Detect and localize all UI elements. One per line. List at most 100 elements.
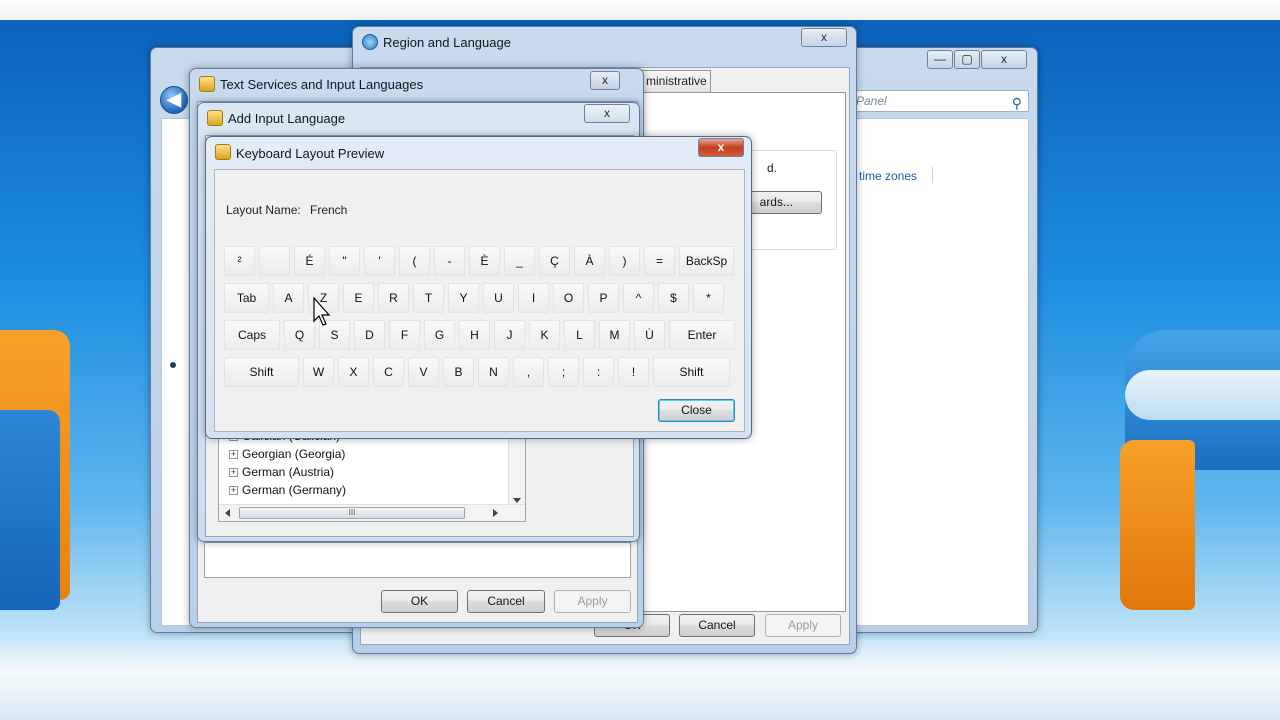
keyboard-key: , — [513, 357, 544, 387]
search-icon[interactable]: ⚲ — [1012, 93, 1022, 113]
tree-item-label: German (Austria) — [242, 465, 335, 479]
layout-name-label: Layout Name: — [226, 203, 301, 217]
keyboard-key: L — [564, 320, 595, 350]
layout-name-value: French — [310, 203, 348, 217]
desktop-wallpaper-shape — [1125, 370, 1280, 420]
close-button[interactable]: x — [698, 138, 744, 157]
minimize-button[interactable]: — — [927, 50, 953, 69]
keyboard-key: M — [599, 320, 630, 350]
expand-icon[interactable]: + — [229, 450, 238, 459]
keyboard-key: ; — [548, 357, 579, 387]
keyboard-key: A — [273, 283, 304, 313]
bullet-icon — [170, 362, 176, 368]
keyboard-key: B — [443, 357, 474, 387]
globe-icon — [362, 34, 378, 50]
keyboard-key: P — [588, 283, 619, 313]
vertical-scrollbar[interactable] — [508, 431, 525, 505]
keyboard-key: ( — [399, 246, 430, 276]
desktop-wallpaper-shape — [0, 410, 60, 610]
apply-button[interactable]: Apply — [765, 614, 841, 637]
keyboard-key: F — [389, 320, 420, 350]
maximize-button[interactable]: ▢ — [954, 50, 980, 69]
close-button[interactable]: x — [590, 71, 620, 90]
cancel-button[interactable]: Cancel — [467, 590, 545, 613]
back-arrow-icon[interactable]: ◀ — [160, 86, 188, 114]
keyboard-key: " — [329, 246, 360, 276]
keyboard-preview-client: Layout Name: French ² É " '(- È _ Ç À) = BackSp Ta… — [214, 169, 745, 432]
window-title: Add Input Language — [228, 111, 346, 126]
keyboard-key: ' — [364, 246, 395, 276]
list-box — [204, 542, 631, 578]
keyboard-key: D — [354, 320, 385, 350]
keyboard-icon — [207, 110, 223, 126]
keyboard-key: - — [434, 246, 465, 276]
window-title: Region and Language — [383, 35, 511, 50]
desktop-wallpaper-shape — [1120, 440, 1195, 610]
keyboard-key: Shift — [224, 357, 299, 387]
tree-item[interactable]: + German (Austria) — [229, 465, 334, 479]
apply-button[interactable]: Apply — [554, 590, 631, 613]
keyboard-key: Enter — [669, 320, 735, 350]
mouse-cursor-icon — [313, 297, 331, 326]
keyboard-key: ! — [618, 357, 649, 387]
scroll-thumb[interactable]: III — [239, 507, 465, 519]
expand-icon[interactable]: + — [229, 468, 238, 477]
tab-administrative[interactable]: ministrative — [641, 70, 711, 92]
horizontal-scrollbar[interactable]: III — [219, 504, 525, 521]
scroll-right-arrow-icon[interactable] — [493, 509, 498, 517]
keyboard-key: E — [343, 283, 374, 313]
keyboard-key: Y — [448, 283, 479, 313]
keyboard-key: É — [294, 246, 325, 276]
close-button[interactable]: x — [981, 50, 1027, 69]
keyboard-key: C — [373, 357, 404, 387]
link-separator — [932, 167, 933, 183]
window-title: Text Services and Input Languages — [220, 77, 424, 92]
window-title: Keyboard Layout Preview — [236, 146, 385, 161]
keyboard-key: Tab — [224, 283, 269, 313]
language-tree[interactable]: +Galician (Galician) +Georgian (Georgia)… — [218, 429, 526, 522]
keyboard-key: O — [553, 283, 584, 313]
keyboard-key: V — [408, 357, 439, 387]
keyboard-key: $ — [658, 283, 689, 313]
cancel-button[interactable]: Cancel — [679, 614, 755, 637]
keyboard-key: _ — [504, 246, 535, 276]
keyboard-key: BackSp — [679, 246, 734, 276]
close-button[interactable]: x — [801, 28, 847, 47]
keyboard-key: À — [574, 246, 605, 276]
keyboard-key: = — [644, 246, 675, 276]
keyboard-key: W — [303, 357, 334, 387]
tree-item[interactable]: + German (Germany) — [229, 483, 346, 497]
keyboard-key: X — [338, 357, 369, 387]
keyboard-key: R — [378, 283, 409, 313]
keyboard-key: K — [529, 320, 560, 350]
keyboard-icon — [199, 76, 215, 92]
search-input[interactable]: l Panel ⚲ — [841, 90, 1029, 112]
scroll-left-arrow-icon[interactable] — [225, 509, 230, 517]
keyboard-icon — [215, 144, 231, 160]
keyboard-key: : — [583, 357, 614, 387]
scroll-down-arrow-icon[interactable] — [513, 498, 521, 503]
group-text: d. — [767, 161, 778, 175]
ok-button[interactable]: OK — [381, 590, 458, 613]
keyboard-key: H — [459, 320, 490, 350]
expand-icon[interactable]: + — [229, 486, 238, 495]
keyboard-key: ^ — [623, 283, 654, 313]
tree-item-label: Georgian (Georgia) — [242, 447, 346, 461]
keyboard-key: Ç — [539, 246, 570, 276]
desktop-top-band — [0, 0, 1280, 20]
keyboard-key: N — [478, 357, 509, 387]
keyboard-key: G — [424, 320, 455, 350]
close-dialog-button[interactable]: Close — [658, 399, 735, 422]
keyboard-layout-preview-window: Keyboard Layout Preview x Layout Name: F… — [205, 136, 752, 439]
keyboard-key: Q — [284, 320, 315, 350]
keyboard-key: I — [518, 283, 549, 313]
keyboard-key: Shift — [653, 357, 730, 387]
keyboard-key: U — [483, 283, 514, 313]
tree-item-label: German (Germany) — [242, 483, 347, 497]
time-zones-link[interactable]: time zones — [859, 169, 917, 183]
keyboard-key: Ù — [634, 320, 665, 350]
keyboard-key: * — [693, 283, 724, 313]
tree-item[interactable]: + Georgian (Georgia) — [229, 447, 345, 461]
keyboard-key: Caps — [224, 320, 280, 350]
close-button[interactable]: x — [584, 104, 630, 123]
